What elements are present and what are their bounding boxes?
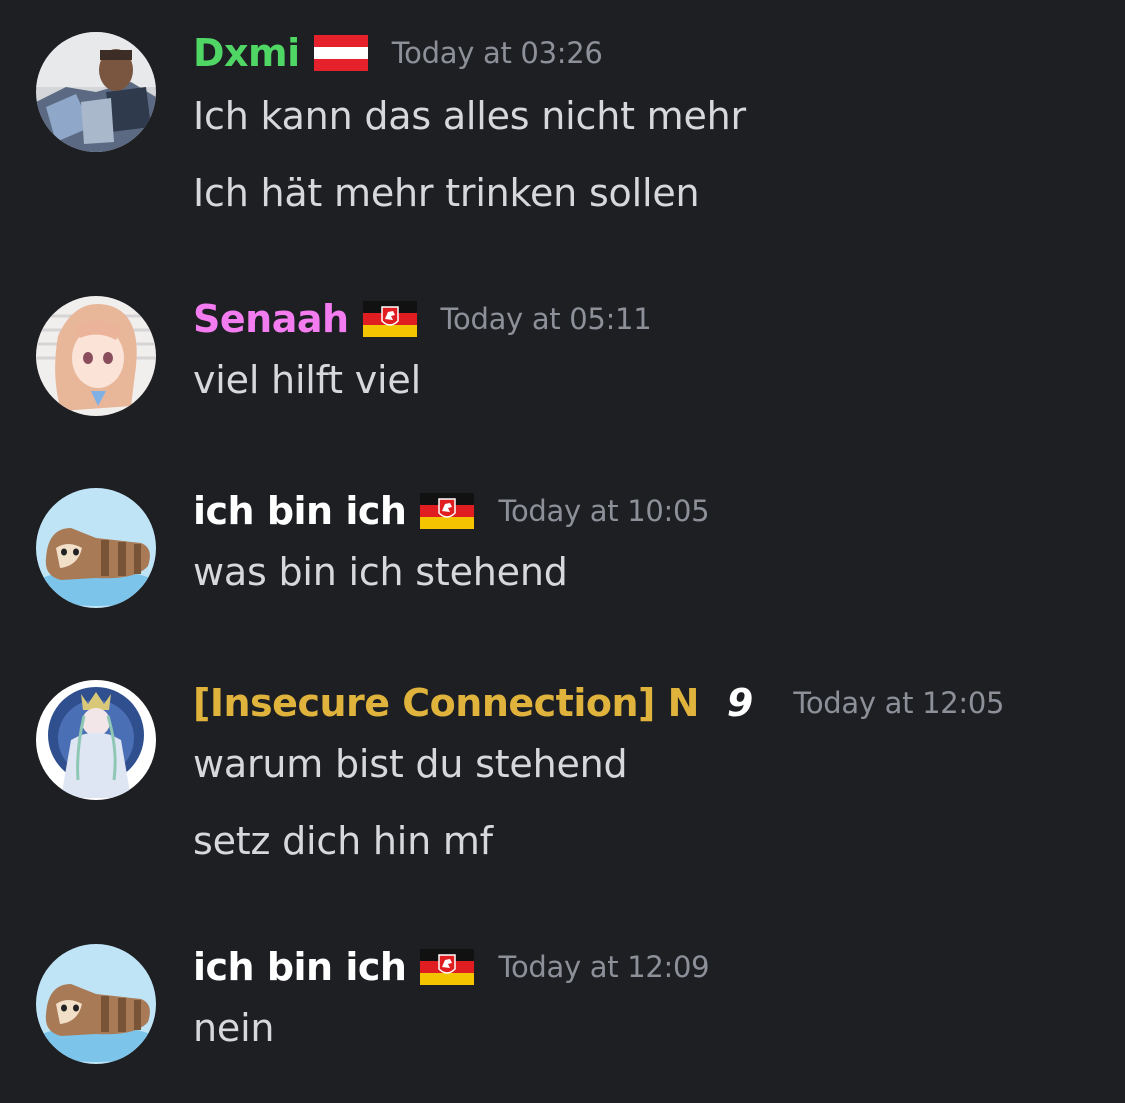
lower-saxony-flag-icon xyxy=(362,301,417,337)
message-header: [Insecure Connection] N 9 Today at 12:05 xyxy=(193,678,1005,728)
author-name[interactable]: ich bin ich xyxy=(193,489,407,533)
austria-flag-icon xyxy=(313,35,368,71)
anime-girl-avatar-icon xyxy=(36,296,156,416)
author-name[interactable]: [Insecure Connection] N xyxy=(193,681,699,725)
message-header: Dxmi Today at 03:26 xyxy=(193,28,603,78)
message-text: Ich kann das alles nicht mehr xyxy=(193,94,746,138)
author-name[interactable]: ich bin ich xyxy=(193,945,407,989)
timestamp: Today at 03:26 xyxy=(391,36,603,70)
message-text: viel hilft viel xyxy=(193,358,421,402)
message-text: warum bist du stehend xyxy=(193,742,628,786)
author-name[interactable]: Senaah xyxy=(193,297,349,341)
timestamp: Today at 12:09 xyxy=(498,950,710,984)
avatar[interactable] xyxy=(36,488,156,608)
message-text: setz dich hin mf xyxy=(193,819,493,863)
avatar[interactable] xyxy=(36,680,156,800)
message-header: ich bin ich Today at 10:05 xyxy=(193,486,710,536)
avatar[interactable] xyxy=(36,32,156,152)
lower-saxony-flag-icon xyxy=(420,493,475,529)
crowned-figure-avatar-icon xyxy=(36,680,156,800)
timestamp: Today at 05:11 xyxy=(440,302,652,336)
message-header: Senaah Today at 05:11 xyxy=(193,294,652,344)
timestamp: Today at 12:05 xyxy=(793,686,1005,720)
message-text: Ich hät mehr trinken sollen xyxy=(193,171,700,215)
message-header: ich bin ich Today at 12:09 xyxy=(193,942,710,992)
message-text: nein xyxy=(193,1006,275,1050)
server-tag-badge: 9 xyxy=(726,681,754,725)
author-name[interactable]: Dxmi xyxy=(193,31,300,75)
avatar[interactable] xyxy=(36,944,156,1064)
timestamp: Today at 10:05 xyxy=(498,494,710,528)
message-text: was bin ich stehend xyxy=(193,550,568,594)
furret-avatar-icon xyxy=(36,488,156,608)
avatar[interactable] xyxy=(36,296,156,416)
furret-avatar-icon xyxy=(36,944,156,1064)
lower-saxony-flag-icon xyxy=(420,949,475,985)
armored-soldier-avatar-icon xyxy=(36,32,156,152)
